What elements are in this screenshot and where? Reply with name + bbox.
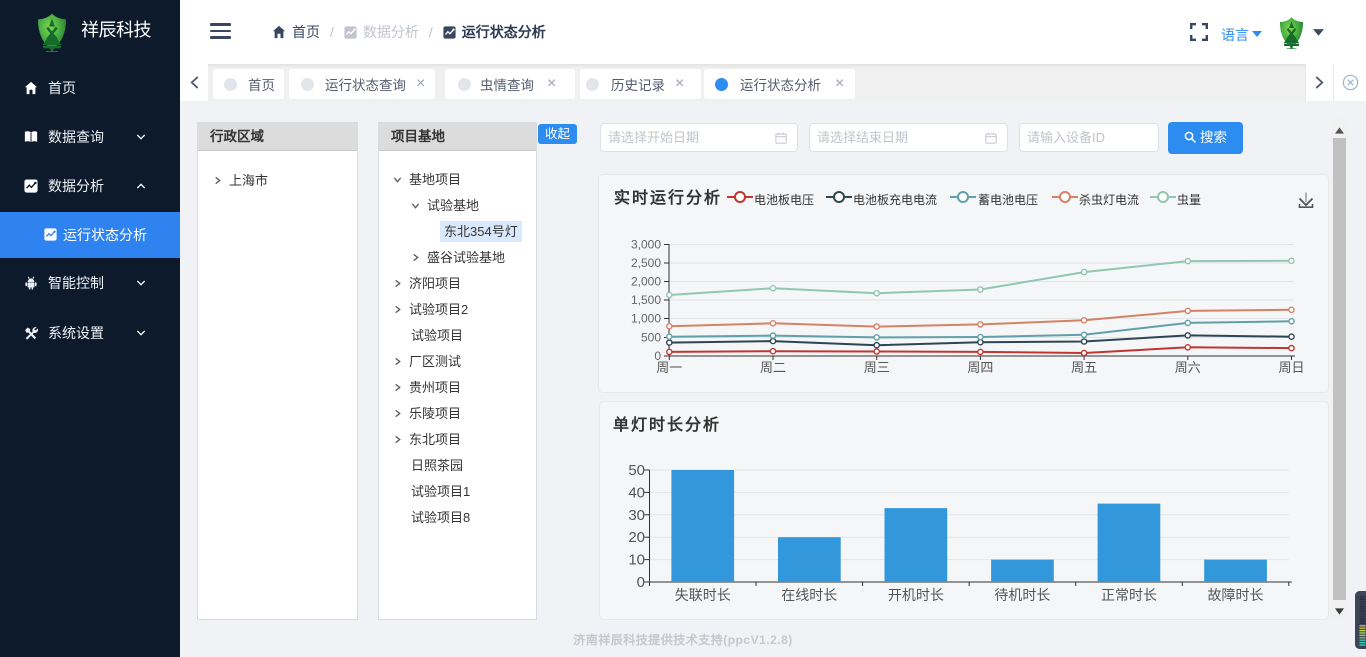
svg-text:10: 10 bbox=[628, 552, 645, 569]
svg-text:失联时长: 失联时长 bbox=[675, 587, 731, 603]
svg-text:故障时长: 故障时长 bbox=[1208, 587, 1264, 603]
svg-text:0: 0 bbox=[637, 574, 645, 591]
svg-text:3,000: 3,000 bbox=[631, 238, 661, 252]
svg-text:50: 50 bbox=[628, 462, 645, 479]
svg-text:1,500: 1,500 bbox=[631, 293, 661, 307]
svg-text:2,000: 2,000 bbox=[631, 275, 661, 289]
svg-text:周四: 周四 bbox=[967, 360, 993, 375]
svg-text:正常时长: 正常时长 bbox=[1101, 587, 1157, 603]
svg-text:30: 30 bbox=[628, 507, 645, 524]
svg-text:周一: 周一 bbox=[656, 360, 682, 375]
svg-text:20: 20 bbox=[628, 529, 645, 546]
svg-text:周日: 周日 bbox=[1278, 360, 1304, 375]
svg-text:待机时长: 待机时长 bbox=[994, 587, 1050, 603]
svg-text:500: 500 bbox=[641, 331, 661, 345]
svg-text:周六: 周六 bbox=[1175, 360, 1201, 375]
svg-text:周三: 周三 bbox=[864, 360, 890, 375]
svg-text:在线时长: 在线时长 bbox=[781, 587, 837, 603]
svg-text:周二: 周二 bbox=[760, 360, 786, 375]
svg-text:40: 40 bbox=[628, 484, 645, 501]
svg-text:2,500: 2,500 bbox=[631, 256, 661, 270]
svg-text:开机时长: 开机时长 bbox=[888, 587, 944, 603]
svg-text:周五: 周五 bbox=[1071, 360, 1097, 375]
svg-text:1,000: 1,000 bbox=[631, 312, 661, 326]
